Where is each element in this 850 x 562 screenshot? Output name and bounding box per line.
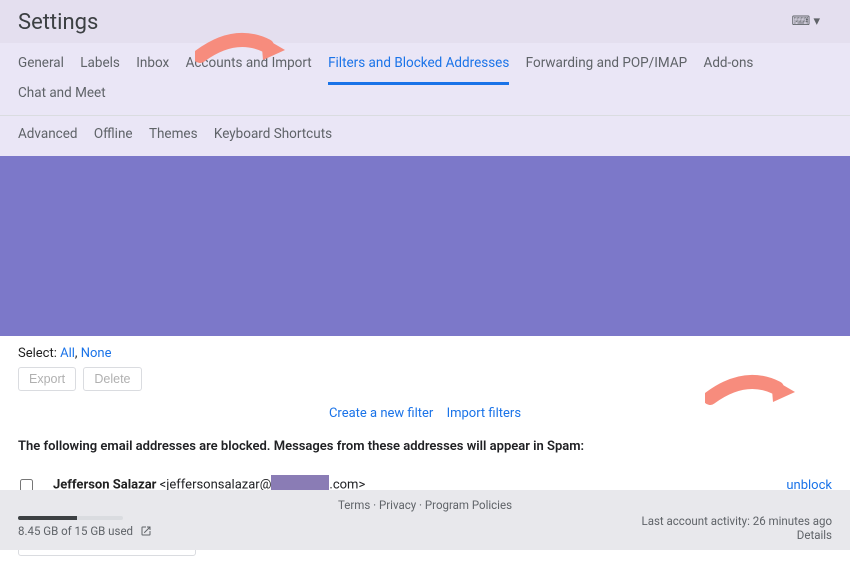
select-line-top: Select: All, None <box>18 346 832 361</box>
tab-offline[interactable]: Offline <box>94 126 133 156</box>
privacy-link[interactable]: Privacy <box>379 498 416 512</box>
tab-inbox[interactable]: Inbox <box>136 55 169 85</box>
tab-addons[interactable]: Add-ons <box>704 55 754 85</box>
export-button[interactable]: Export <box>18 367 76 391</box>
select-none-link[interactable]: None <box>81 346 112 361</box>
storage-bar <box>18 516 123 520</box>
tab-keyboard-shortcuts[interactable]: Keyboard Shortcuts <box>214 126 332 156</box>
import-filters-link[interactable]: Import filters <box>447 406 521 421</box>
terms-link[interactable]: Terms <box>338 498 370 512</box>
open-new-icon[interactable] <box>140 525 152 540</box>
storage-text: 8.45 GB of 15 GB used <box>18 524 133 538</box>
input-tools-icon[interactable]: ⌨ ▾ <box>791 14 820 29</box>
tab-labels[interactable]: Labels <box>80 55 120 85</box>
redacted-area <box>0 156 850 336</box>
tab-chat-meet[interactable]: Chat and Meet <box>18 85 106 115</box>
footer: Terms · Privacy · Program Policies 8.45 … <box>0 490 850 550</box>
select-all-link[interactable]: All <box>60 346 75 361</box>
create-filter-link[interactable]: Create a new filter <box>329 406 433 421</box>
tab-forwarding-pop-imap[interactable]: Forwarding and POP/IMAP <box>526 55 687 85</box>
details-link[interactable]: Details <box>797 528 832 542</box>
tab-themes[interactable]: Themes <box>149 126 198 156</box>
footer-links: Terms · Privacy · Program Policies <box>18 498 832 512</box>
filter-links-row: Create a new filter Import filters <box>18 391 832 433</box>
tab-filters-blocked[interactable]: Filters and Blocked Addresses <box>328 55 509 85</box>
tab-advanced[interactable]: Advanced <box>18 126 78 156</box>
tabs-row-2: Advanced Offline Themes Keyboard Shortcu… <box>0 116 850 156</box>
storage-info: 8.45 GB of 15 GB used <box>18 516 152 539</box>
blocked-addresses-heading: The following email addresses are blocke… <box>18 439 832 454</box>
tab-accounts-import[interactable]: Accounts and Import <box>186 55 312 85</box>
program-policies-link[interactable]: Program Policies <box>425 498 512 512</box>
tabs-row-1: General Labels Inbox Accounts and Import… <box>0 43 850 116</box>
tab-general[interactable]: General <box>18 55 64 85</box>
page-title: Settings <box>18 10 832 35</box>
delete-button[interactable]: Delete <box>83 367 141 391</box>
settings-header: Settings ⌨ ▾ <box>0 0 850 43</box>
account-activity-text: Last account activity: 26 minutes ago <box>642 514 832 528</box>
select-label: Select: <box>18 346 57 361</box>
